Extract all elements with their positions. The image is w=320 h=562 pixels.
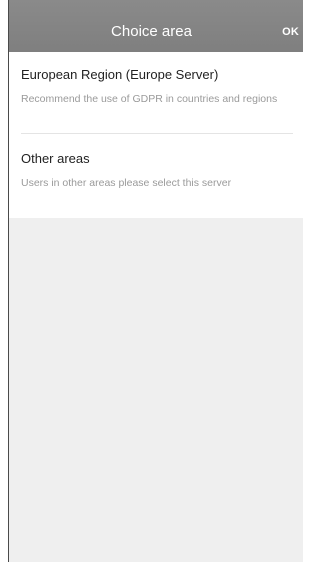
region-title: European Region (Europe Server) (21, 67, 219, 82)
region-list: European Region (Europe Server) Recommen… (9, 52, 303, 218)
region-content: European Region (Europe Server) Recommen… (9, 52, 303, 562)
region-description: Recommend the use of GDPR in countries a… (21, 93, 278, 105)
choice-area-screen: Choice area OK European Region (Europe S… (0, 0, 303, 562)
region-item-europe[interactable]: European Region (Europe Server) Recommen… (9, 52, 303, 134)
ok-button[interactable]: OK (282, 0, 299, 52)
region-description: Users in other areas please select this … (21, 177, 232, 189)
region-title: Other areas (21, 151, 90, 166)
header-bar: Choice area OK (0, 0, 303, 52)
region-item-other-areas[interactable]: Other areas Users in other areas please … (9, 134, 303, 218)
left-edge-divider (8, 0, 9, 562)
page-title: Choice area (111, 23, 192, 40)
